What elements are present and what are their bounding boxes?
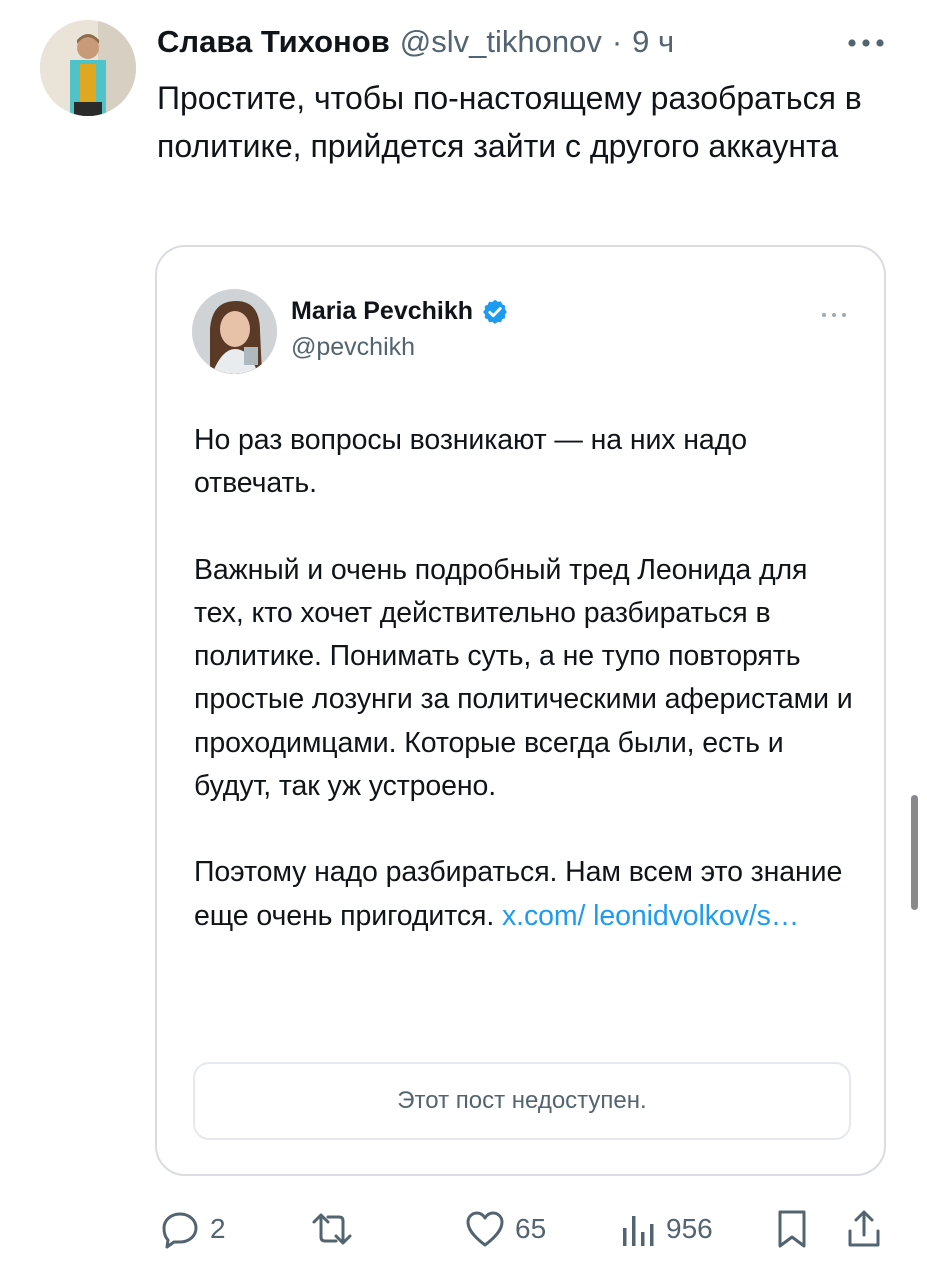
quoted-more-button[interactable] — [817, 305, 851, 325]
separator-dot: · — [611, 24, 623, 59]
bookmark-icon — [778, 1210, 806, 1248]
verified-badge-icon — [481, 298, 509, 326]
quoted-author-handle[interactable]: @pevchikh — [291, 333, 415, 362]
like-button[interactable]: 65 — [465, 1204, 546, 1254]
author-name[interactable]: Слава Тихонов — [157, 24, 390, 60]
quoted-paragraph-3: Поэтому надо разбираться. Нам всем это з… — [194, 851, 854, 938]
thread-link[interactable]: x.com/ leonidvolkov/s… — [502, 900, 799, 932]
tweet-screen: Слава Тихонов @slv_tikhonov · 9 ч Прости… — [0, 0, 927, 1280]
more-options-button[interactable] — [842, 26, 890, 60]
reply-count: 2 — [210, 1213, 226, 1244]
scrollbar-thumb[interactable] — [911, 795, 918, 910]
tweet-time[interactable]: 9 ч — [632, 24, 674, 60]
unavailable-post-notice: Этот пост недоступен. — [193, 1062, 851, 1140]
quoted-avatar-image — [192, 289, 277, 374]
quoted-post-text: Но раз вопросы возникают — на них надо о… — [194, 419, 854, 938]
reply-icon — [162, 1212, 198, 1249]
retweet-icon — [312, 1213, 352, 1245]
action-bar: 2 65 956 — [0, 1198, 927, 1262]
like-icon — [466, 1211, 504, 1247]
bookmark-button[interactable] — [775, 1204, 809, 1254]
quoted-paragraph-2: Важный и очень подробный тред Леонида дл… — [194, 553, 853, 803]
author-avatar-image — [40, 20, 136, 116]
quoted-author-avatar[interactable] — [192, 289, 277, 374]
quoted-more-dots-icon — [822, 313, 846, 317]
quoted-paragraph-1: Но раз вопросы возникают — на них надо о… — [194, 424, 747, 500]
views-count: 956 — [666, 1213, 713, 1244]
tweet-text: Простите, чтобы по-настоящему разобратьс… — [157, 80, 862, 164]
author-handle[interactable]: @slv_tikhonov — [400, 24, 602, 60]
more-dots-icon — [848, 39, 884, 47]
quoted-author-name[interactable]: Maria Pevchikh — [291, 297, 473, 326]
retweet-button[interactable] — [310, 1204, 364, 1254]
quoted-post-card[interactable]: Maria Pevchikh @pevchikh Но раз вопросы … — [155, 245, 886, 1176]
like-count: 65 — [515, 1213, 547, 1244]
tweet-header: Слава Тихонов @slv_tikhonov · 9 ч — [157, 24, 797, 64]
views-button[interactable]: 956 — [620, 1204, 713, 1254]
views-icon — [623, 1216, 654, 1246]
reply-button[interactable]: 2 — [160, 1204, 226, 1254]
share-button[interactable] — [846, 1204, 882, 1254]
share-icon — [848, 1210, 880, 1247]
author-avatar[interactable] — [40, 20, 136, 116]
quoted-name-row: Maria Pevchikh — [291, 297, 509, 326]
